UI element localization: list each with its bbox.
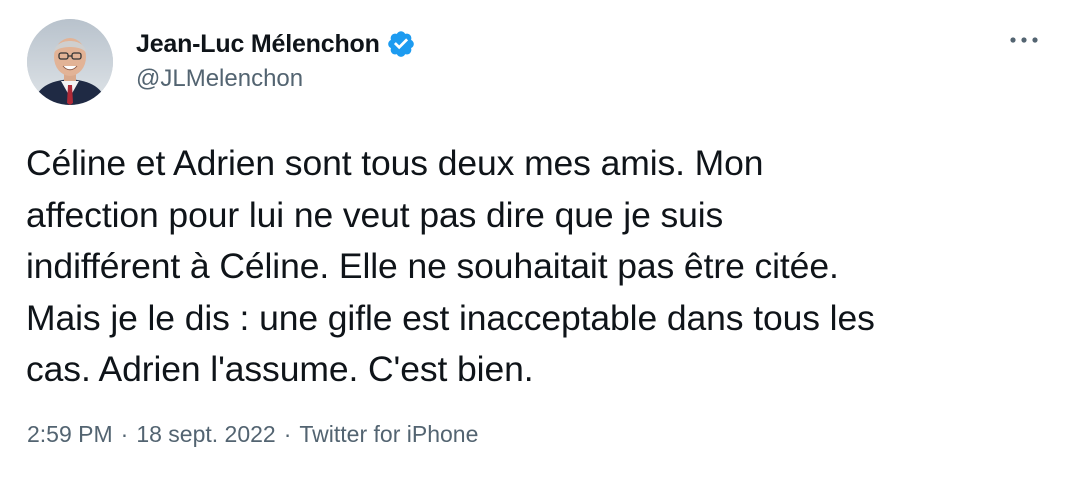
tweet-time[interactable]: 2:59 PM <box>27 418 113 450</box>
avatar[interactable] <box>27 19 113 105</box>
tweet-text: Céline et Adrien sont tous deux mes amis… <box>26 143 875 389</box>
meta-separator: · <box>283 421 292 447</box>
avatar-image <box>27 19 113 105</box>
tweet-date[interactable]: 18 sept. 2022 <box>136 418 275 450</box>
author-info: Jean-Luc Mélenchon @JLMelenchon <box>136 28 416 95</box>
tweet-source[interactable]: Twitter for iPhone <box>299 418 478 450</box>
tweet-metadata: 2:59 PM · 18 sept. 2022 · Twitter for iP… <box>27 418 478 450</box>
name-row: Jean-Luc Mélenchon <box>136 28 416 60</box>
display-name[interactable]: Jean-Luc Mélenchon <box>136 28 380 60</box>
tweet-card: Jean-Luc Mélenchon @JLMelenchon Céline e… <box>0 0 1068 478</box>
handle[interactable]: @JLMelenchon <box>136 63 416 95</box>
more-options-icon[interactable] <box>1002 28 1046 52</box>
verified-badge-icon <box>386 29 416 59</box>
meta-separator: · <box>120 421 129 447</box>
